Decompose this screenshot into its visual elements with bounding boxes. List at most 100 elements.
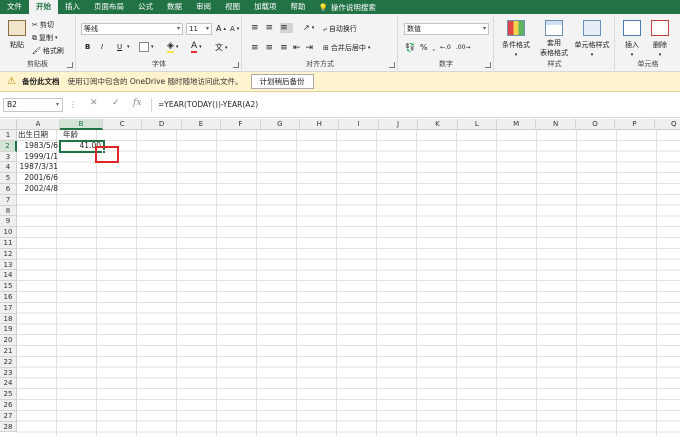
row-header-17[interactable]: 17 [0, 302, 17, 314]
conditional-formatting-button[interactable]: 条件格式 ▾ [498, 20, 534, 58]
row-header-14[interactable]: 14 [0, 270, 17, 282]
cell-area[interactable] [17, 130, 680, 436]
row-header-1[interactable]: 1 [0, 130, 17, 141]
italic-button[interactable]: I [101, 43, 103, 51]
column-header-B[interactable]: B [60, 119, 103, 130]
row-header-19[interactable]: 19 [0, 324, 17, 336]
enter-icon[interactable]: ✓ [112, 98, 120, 108]
row-header-2[interactable]: 2 [0, 140, 17, 152]
tab-view[interactable]: 视图 [218, 0, 247, 14]
cut-button[interactable]: ✂ 剪切 [32, 20, 54, 30]
cell-A1[interactable]: 出生日期 [18, 130, 60, 141]
borders-button[interactable]: ▾ [139, 42, 154, 52]
insert-function-icon[interactable]: fx [133, 98, 141, 108]
number-launcher-icon[interactable] [485, 62, 491, 68]
cell-styles-button[interactable]: 单元格样式 ▾ [572, 20, 612, 58]
tab-insert[interactable]: 插入 [58, 0, 87, 14]
tab-page-layout[interactable]: 页面布局 [87, 0, 131, 14]
cell-A5[interactable]: 2001/6/6 [17, 173, 60, 184]
tab-formulas[interactable]: 公式 [131, 0, 160, 14]
column-header-I[interactable]: I [339, 119, 379, 130]
orientation-button[interactable]: ↗ ▾ [303, 23, 314, 32]
row-header-11[interactable]: 11 [0, 238, 17, 249]
number-format-buttons[interactable]: 💱 % , ←.0 .00→ [405, 43, 470, 52]
chevron-down-icon[interactable]: ▾ [127, 44, 130, 50]
wrap-text-button[interactable]: ⤶ 自动换行 [323, 24, 357, 34]
increase-font-button[interactable]: A ▴ [216, 24, 226, 33]
row-header-15[interactable]: 15 [0, 281, 17, 292]
formula-input[interactable]: =YEAR(TODAY())-YEAR(A2) [151, 98, 677, 112]
row-header-25[interactable]: 25 [0, 389, 17, 400]
tab-help[interactable]: 帮助 [284, 0, 313, 14]
copy-button[interactable]: ⧉ 复制 ▾ [32, 33, 58, 43]
phonetic-button[interactable]: 文 ▾ [215, 42, 228, 53]
indent-buttons[interactable]: ⇤ ⇥ [293, 43, 316, 53]
cancel-icon[interactable]: ✕ [90, 98, 98, 108]
row-header-18[interactable]: 18 [0, 313, 17, 325]
tab-file[interactable]: 文件 [0, 0, 29, 14]
column-header-N[interactable]: N [536, 119, 576, 130]
select-all-corner[interactable] [0, 119, 17, 130]
column-header-A[interactable]: A [17, 119, 60, 130]
font-color-button[interactable]: A ▾ [191, 41, 202, 53]
column-header-C[interactable]: C [103, 119, 143, 130]
row-header-8[interactable]: 8 [0, 205, 17, 217]
column-header-K[interactable]: K [418, 119, 458, 130]
cell-A3[interactable]: 1999/1/1 [17, 152, 60, 163]
column-header-P[interactable]: P [615, 119, 655, 130]
row-header-21[interactable]: 21 [0, 346, 17, 357]
cell-A4[interactable]: 1987/3/31 [17, 162, 60, 173]
tell-me-search[interactable]: 💡 操作说明搜索 [313, 2, 376, 13]
schedule-backup-button[interactable]: 计划稍后备份 [250, 74, 314, 89]
row-header-6[interactable]: 6 [0, 184, 17, 195]
row-header-26[interactable]: 26 [0, 400, 17, 411]
tab-review[interactable]: 审阅 [189, 0, 218, 14]
fill-color-button[interactable]: ◈ ▾ [167, 41, 178, 53]
vertical-align-buttons[interactable]: ≡ ≡ ≡ [251, 23, 293, 33]
row-header-23[interactable]: 23 [0, 367, 17, 379]
cell-A2[interactable]: 1983/5/6 [17, 141, 60, 152]
clipboard-launcher-icon[interactable] [67, 62, 73, 68]
column-header-J[interactable]: J [378, 119, 419, 130]
bold-button[interactable]: B [85, 43, 90, 51]
row-header-12[interactable]: 12 [0, 248, 17, 260]
alignment-launcher-icon[interactable] [389, 62, 395, 68]
delete-cells-button[interactable]: 删除 ▾ [647, 20, 673, 58]
row-header-16[interactable]: 16 [0, 292, 17, 303]
row-header-22[interactable]: 22 [0, 356, 17, 368]
row-header-9[interactable]: 9 [0, 216, 17, 228]
row-header-3[interactable]: 3 [0, 151, 17, 163]
format-as-table-button[interactable]: 套用 表格格式 [537, 20, 571, 58]
row-header-13[interactable]: 13 [0, 259, 17, 271]
font-size-select[interactable]: 11 ▾ [186, 23, 212, 35]
font-name-select[interactable]: 等线 ▾ [81, 23, 183, 35]
row-header-4[interactable]: 4 [0, 162, 17, 174]
name-box[interactable]: B2 ▾ [3, 98, 63, 112]
number-format-select[interactable]: 数值 ▾ [404, 23, 489, 35]
row-header-28[interactable]: 28 [0, 421, 17, 433]
column-header-F[interactable]: F [221, 119, 261, 130]
column-header-L[interactable]: L [457, 119, 497, 130]
column-header-H[interactable]: H [300, 119, 340, 130]
row-header-10[interactable]: 10 [0, 227, 17, 238]
row-header-7[interactable]: 7 [0, 194, 17, 206]
row-header-20[interactable]: 20 [0, 335, 17, 346]
column-header-O[interactable]: O [575, 119, 616, 130]
merge-center-button[interactable]: ⊞ 合并后居中 ▾ [323, 43, 370, 53]
row-header-27[interactable]: 27 [0, 410, 17, 422]
column-header-D[interactable]: D [142, 119, 182, 130]
column-header-E[interactable]: E [181, 119, 222, 130]
cell-A6[interactable]: 2002/4/8 [17, 184, 60, 195]
column-header-G[interactable]: G [260, 119, 300, 130]
column-header-M[interactable]: M [497, 119, 537, 130]
tab-addins[interactable]: 加载项 [247, 0, 284, 14]
decrease-font-button[interactable]: A ▾ [230, 25, 239, 33]
tab-home[interactable]: 开始 [29, 0, 58, 14]
horizontal-align-buttons[interactable]: ≡ ≡ ≡ [251, 43, 293, 53]
font-launcher-icon[interactable] [233, 62, 239, 68]
underline-button[interactable]: U [117, 43, 122, 51]
tab-data[interactable]: 数据 [160, 0, 189, 14]
column-header-Q[interactable]: Q [654, 119, 680, 130]
format-painter-button[interactable]: 🖌 格式刷 [32, 46, 64, 56]
insert-cells-button[interactable]: 插入 ▾ [619, 20, 645, 58]
